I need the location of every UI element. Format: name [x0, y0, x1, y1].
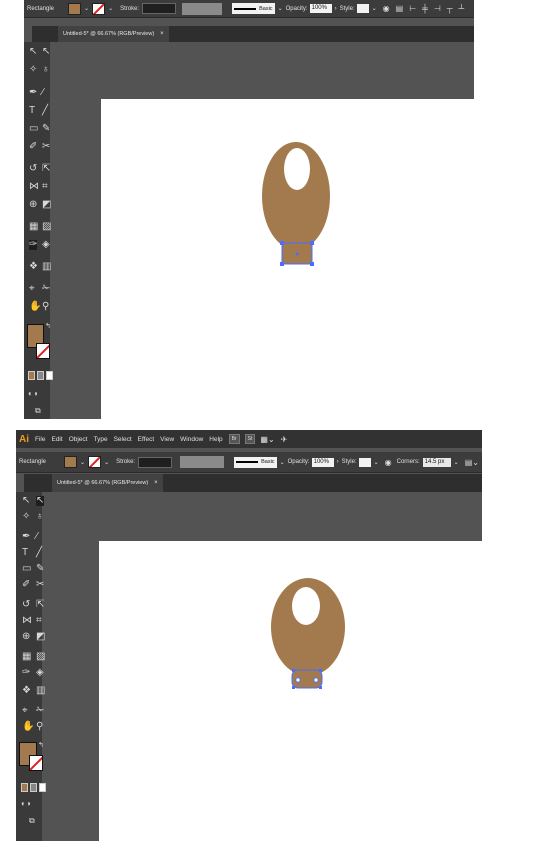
anchor-handle[interactable] [280, 241, 284, 245]
line-icon[interactable]: ╱ [42, 106, 48, 116]
screenshot-after: Ai File Edit Object Type Select Effect V… [16, 430, 482, 841]
type-icon[interactable]: T [22, 548, 28, 558]
scissors-icon[interactable]: ✂ [42, 142, 50, 152]
graph-icon[interactable]: ▥ [36, 686, 45, 696]
anchor-handle[interactable] [319, 686, 322, 689]
corner-widget[interactable] [313, 677, 319, 683]
pen-icon[interactable]: ✒ [22, 532, 30, 542]
rotate-icon[interactable]: ↺ [22, 600, 30, 610]
slice-icon[interactable]: ✁ [36, 706, 44, 716]
paintbrush-icon[interactable]: ✎ [36, 564, 44, 574]
center-point [295, 252, 299, 256]
artboard-icon[interactable]: ⌖ [29, 284, 35, 294]
screen-mode-icon[interactable]: ⧉ [29, 816, 35, 826]
zoom-icon[interactable]: ⚲ [42, 302, 49, 312]
draw-mode-icon[interactable]: ◐◑ [28, 389, 38, 399]
none-mode-icon[interactable] [46, 371, 53, 380]
direct-selection-tool-icon[interactable]: ↖ [42, 47, 50, 57]
gradient-mode-icon[interactable] [30, 783, 37, 792]
gradient-icon[interactable]: ▨ [36, 652, 45, 662]
screen-mode-icon[interactable]: ⧉ [35, 406, 41, 416]
line-icon[interactable]: ╱ [36, 548, 42, 558]
symbol-sprayer-icon[interactable]: ❖ [29, 262, 38, 272]
blend-icon[interactable]: ◈ [42, 240, 50, 250]
mesh-icon[interactable]: ▦ [22, 652, 31, 662]
symbol-sprayer-icon[interactable]: ❖ [22, 686, 31, 696]
anchor-handle[interactable] [280, 262, 284, 266]
gradient-mode-icon[interactable] [37, 371, 44, 380]
artwork [271, 578, 345, 689]
zoom-icon[interactable]: ⚲ [36, 722, 43, 732]
scale-icon[interactable]: ⇱ [42, 164, 50, 174]
hand-icon[interactable]: ✋ [29, 302, 41, 312]
color-mode-icon[interactable] [28, 371, 35, 380]
egg-hole [284, 148, 310, 190]
selection-tool-icon[interactable]: ↖ [29, 47, 37, 57]
gradient-icon[interactable]: ▨ [42, 222, 51, 232]
magic-wand-icon[interactable]: ✧ [29, 65, 37, 75]
anchor-handle[interactable] [319, 669, 322, 672]
stroke-color-box[interactable] [29, 755, 43, 771]
mesh-icon[interactable]: ▦ [29, 222, 38, 232]
scale-icon[interactable]: ⇱ [36, 600, 44, 610]
screenshot-before: Rectangle ⌄ ⌄ Stroke: Basic ⌄ Opacity: 1… [24, 0, 474, 419]
shaper-icon[interactable]: ✐ [29, 142, 37, 152]
anchor-handle[interactable] [310, 241, 314, 245]
free-transform-icon[interactable]: ⌗ [36, 616, 42, 626]
artwork [262, 142, 330, 266]
pen-icon[interactable]: ✒ [29, 88, 37, 98]
perspective-icon[interactable]: ◩ [42, 200, 51, 210]
swap-colors-icon[interactable]: ↰ [45, 322, 51, 332]
type-icon[interactable]: T [29, 106, 35, 116]
eyedropper-icon[interactable]: ✑ [29, 240, 38, 250]
selection-tool-icon[interactable]: ↖ [22, 496, 30, 506]
shape-builder-icon[interactable]: ⊕ [29, 200, 37, 210]
draw-mode-icon[interactable]: ◐◑ [21, 799, 31, 809]
anchor-handle[interactable] [292, 669, 295, 672]
perspective-icon[interactable]: ◩ [36, 632, 45, 642]
rectangle-icon[interactable]: ▭ [29, 124, 38, 134]
scissors-icon[interactable]: ✂ [36, 580, 44, 590]
rectangle-icon[interactable]: ▭ [22, 564, 31, 574]
egg-hole [292, 587, 320, 625]
direct-selection-tool-icon[interactable]: ↖ [36, 496, 45, 506]
shaper-icon[interactable]: ✐ [22, 580, 30, 590]
color-mode-icon[interactable] [21, 783, 28, 792]
magic-wand-icon[interactable]: ✧ [22, 512, 30, 522]
hand-icon[interactable]: ✋ [22, 722, 34, 732]
free-transform-icon[interactable]: ⌗ [42, 182, 48, 192]
eyedropper-icon[interactable]: ✑ [22, 668, 30, 678]
curvature-icon[interactable]: ∕ [42, 88, 44, 98]
anchor-handle[interactable] [310, 262, 314, 266]
paintbrush-icon[interactable]: ✎ [42, 124, 50, 134]
width-icon[interactable]: ⋈ [22, 616, 32, 626]
anchor-handle[interactable] [292, 686, 295, 689]
stroke-color-box[interactable] [36, 343, 50, 359]
slice-icon[interactable]: ✁ [42, 284, 50, 294]
lasso-icon[interactable]: ♁ [36, 512, 44, 522]
swap-colors-icon[interactable]: ↰ [38, 741, 44, 751]
shape-builder-icon[interactable]: ⊕ [22, 632, 30, 642]
none-mode-icon[interactable] [39, 783, 46, 792]
corner-widget[interactable] [295, 677, 301, 683]
graph-icon[interactable]: ▥ [42, 262, 51, 272]
lasso-icon[interactable]: ♁ [42, 65, 50, 75]
artboard-icon[interactable]: ⌖ [22, 706, 28, 716]
curvature-icon[interactable]: ∕ [36, 532, 38, 542]
blend-icon[interactable]: ◈ [36, 668, 44, 678]
width-icon[interactable]: ⋈ [29, 182, 39, 192]
rotate-icon[interactable]: ↺ [29, 164, 37, 174]
